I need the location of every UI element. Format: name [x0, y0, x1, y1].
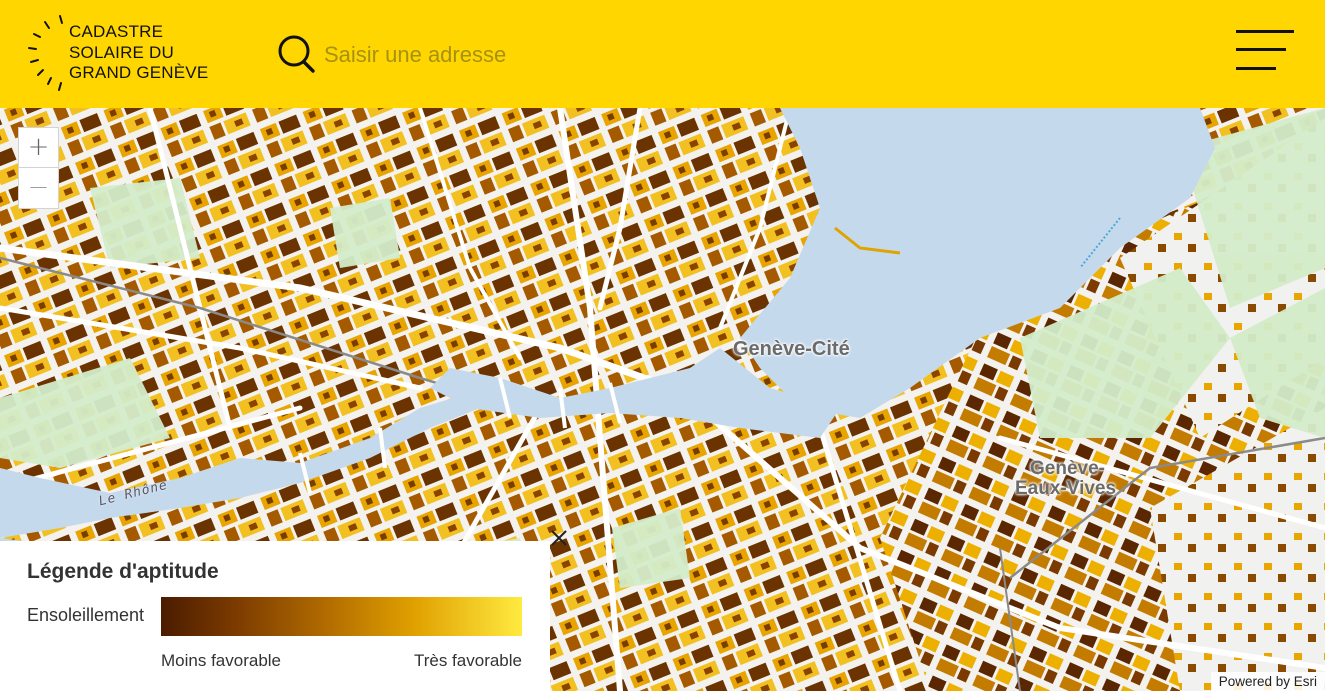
menu-bar-icon	[1236, 30, 1294, 33]
map-attribution[interactable]: Powered by Esri	[1210, 672, 1325, 691]
search-icon[interactable]	[276, 33, 316, 75]
place-label-eaux-vives-2: Eaux-Vives	[1015, 478, 1117, 499]
zoom-out-button[interactable]: —	[19, 168, 58, 207]
place-label-eaux-vives-1: Genève-	[1030, 458, 1105, 479]
legend-panel: Légende d'aptitude Ensoleillement Moins …	[0, 541, 550, 691]
place-label-geneve-cite: Genève-Cité	[733, 338, 850, 360]
logo-line-3: GRAND GENÈVE	[69, 63, 209, 82]
zoom-in-button[interactable]: +	[19, 128, 58, 168]
legend-row-label: Ensoleillement	[27, 605, 145, 625]
menu-bar-icon	[1236, 67, 1276, 70]
address-search	[276, 33, 796, 75]
menu-bar-icon	[1236, 48, 1286, 51]
hamburger-menu-button[interactable]	[1232, 30, 1296, 74]
sunshine-gradient-bar	[161, 597, 522, 636]
app-logo[interactable]: CADASTRE SOLAIRE DU GRAND GENÈVE	[26, 12, 226, 96]
close-icon[interactable]	[548, 527, 570, 549]
address-search-input[interactable]	[322, 37, 766, 73]
logo-line-2: SOLAIRE DU	[69, 42, 174, 62]
app-header: CADASTRE SOLAIRE DU GRAND GENÈVE	[0, 0, 1325, 108]
sun-logo-icon	[28, 15, 63, 91]
legend-min-label: Moins favorable	[161, 651, 282, 670]
logo-line-1: CADASTRE	[69, 22, 164, 41]
legend-title: Légende d'aptitude	[27, 560, 219, 583]
legend-max-label: Très favorable	[413, 651, 522, 670]
logo-text: CADASTRE SOLAIRE DU GRAND GENÈVE	[69, 22, 208, 84]
zoom-control: + —	[18, 127, 59, 209]
